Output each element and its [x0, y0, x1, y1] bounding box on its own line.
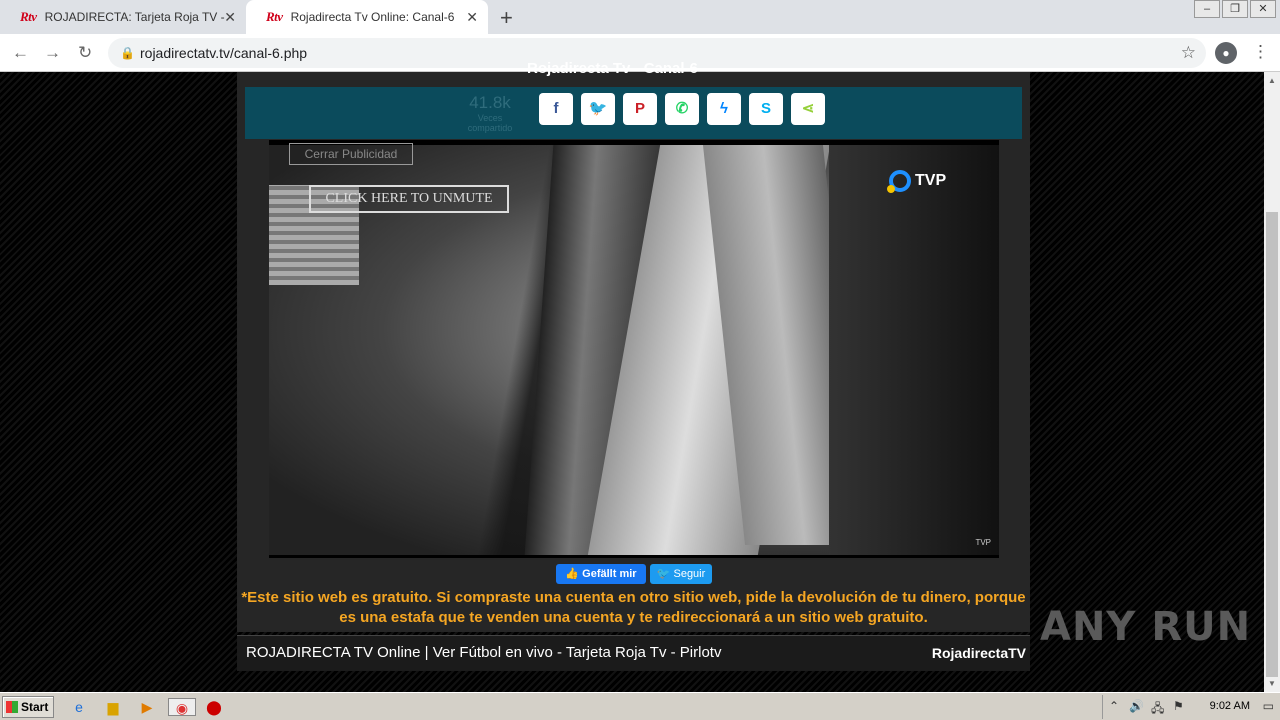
like-label: Gefällt mir [582, 568, 637, 580]
facebook-like-button[interactable]: 👍 Gefällt mir [556, 564, 646, 584]
page-background: Rojadirecta Tv - Canal-6 41.8k Veces com… [0, 60, 1264, 692]
share-icon: ⋖ [801, 100, 815, 117]
internet-explorer-icon[interactable]: e [70, 698, 88, 716]
volume-icon[interactable]: 🔊 [1129, 699, 1144, 713]
tab-title: ROJADIRECTA: Tarjeta Roja TV - Pir [44, 10, 225, 24]
messenger-share-button[interactable]: ϟ [707, 93, 741, 125]
skype-icon: S [760, 100, 771, 117]
twitter-share-button[interactable]: 🐦 [581, 93, 615, 125]
restore-icon[interactable]: ❐ [1222, 0, 1248, 18]
close-tab-icon[interactable]: ✕ [466, 9, 478, 26]
forward-icon[interactable]: → [44, 43, 61, 63]
close-window-icon[interactable]: ✕ [1250, 0, 1276, 18]
footer-brand[interactable]: RojadirectaTV [932, 636, 1026, 670]
clock[interactable]: 9:02 AM [1210, 700, 1250, 712]
windows-taskbar: Start e ▆ ▶ ◉ ⬤ ⌃ 🔊 🖧 ⚑ 9:02 AM ▭ [0, 692, 1280, 720]
opera-icon[interactable]: ⬤ [205, 698, 223, 716]
scroll-down-icon[interactable]: ▼ [1268, 679, 1276, 688]
main-content: Rojadirecta Tv - Canal-6 41.8k Veces com… [237, 60, 1030, 632]
bookmark-star-icon[interactable]: ☆ [1181, 38, 1196, 68]
whatsapp-share-button[interactable]: ✆ [665, 93, 699, 125]
scrollbar-thumb[interactable] [1266, 212, 1278, 677]
close-tab-icon[interactable]: ✕ [224, 9, 236, 26]
pinterest-icon: P [634, 100, 645, 117]
window-controls: – ❐ ✕ [1192, 0, 1276, 18]
scroll-up-icon[interactable]: ▲ [1268, 76, 1276, 85]
pinterest-share-button[interactable]: P [623, 93, 657, 125]
page-footer: ROJADIRECTA TV Online | Ver Fútbol en vi… [237, 635, 1030, 671]
system-tray: ⌃ 🔊 🖧 ⚑ 9:02 AM ▭ [1102, 695, 1280, 719]
lock-icon: 🔒 [120, 46, 135, 60]
whatsapp-icon: ✆ [675, 100, 689, 117]
anyrun-watermark: ANY RUN [1040, 604, 1252, 650]
start-button[interactable]: Start [2, 696, 54, 718]
twitter-follow-button[interactable]: 🐦 Seguir [650, 564, 712, 584]
rtv-favicon-icon: Rtv [266, 9, 283, 24]
tvp-logo: TVP [887, 170, 947, 193]
reload-icon[interactable]: ↻ [78, 43, 92, 63]
share-count-number: 41.8k [469, 93, 511, 112]
share-more-button[interactable]: ⋖ [791, 93, 825, 125]
tray-expand-icon[interactable]: ⌃ [1109, 699, 1119, 713]
video-player[interactable]: CLICK HERE TO UNMUTE TVP TVP Cerrar Publ… [269, 140, 999, 558]
chrome-icon[interactable]: ◉ [168, 698, 196, 716]
tab-strip: Rtv ROJADIRECTA: Tarjeta Roja TV - Pir ✕… [0, 0, 1280, 34]
tab-canal-6[interactable]: Rtv Rojadirecta Tv Online: Canal-6 ✕ [246, 0, 488, 34]
network-icon[interactable]: 🖧 [1151, 699, 1164, 720]
start-label: Start [21, 700, 49, 714]
twitter-bird-icon: 🐦 [656, 568, 674, 580]
close-ad-button[interactable]: Cerrar Publicidad [289, 143, 413, 165]
video-shadow-shape [829, 145, 999, 555]
kebab-menu-icon[interactable]: ⋮ [1252, 42, 1269, 62]
share-count: 41.8k Veces compartido [455, 93, 525, 133]
account-icon[interactable]: ● [1215, 42, 1237, 64]
vertical-scrollbar[interactable]: ▲ ▼ [1264, 72, 1280, 692]
rtv-favicon-icon: Rtv [20, 9, 37, 24]
share-bar: 41.8k Veces compartido f 🐦 P ✆ ϟ S ⋖ [245, 87, 1022, 139]
tvp-ring-icon [887, 170, 911, 193]
video-frame[interactable]: CLICK HERE TO UNMUTE TVP TVP [269, 145, 999, 555]
tvp-logo-text: TVP [915, 172, 947, 189]
back-icon[interactable]: ← [12, 43, 29, 63]
facebook-icon: f [553, 100, 559, 117]
social-buttons: 👍 Gefällt mir 🐦 Seguir [556, 564, 712, 584]
share-count-label: Veces compartido [467, 113, 513, 133]
url-text: rojadirectatv.tv/canal-6.php [140, 45, 308, 61]
skype-share-button[interactable]: S [749, 93, 783, 125]
folder-icon[interactable]: ▆ [104, 698, 122, 716]
footer-text: ROJADIRECTA TV Online | Ver Fútbol en vi… [246, 644, 722, 661]
facebook-share-button[interactable]: f [539, 93, 573, 125]
tab-rojadirecta-home[interactable]: Rtv ROJADIRECTA: Tarjeta Roja TV - Pir ✕ [0, 0, 246, 34]
new-tab-icon[interactable]: + [500, 5, 513, 31]
video-corner-mark: TVP [975, 538, 991, 547]
media-player-icon[interactable]: ▶ [138, 698, 156, 716]
follow-label: Seguir [673, 568, 706, 580]
unmute-button[interactable]: CLICK HERE TO UNMUTE [309, 185, 509, 213]
minimize-icon[interactable]: – [1194, 0, 1220, 18]
flag-icon[interactable]: ⚑ [1173, 699, 1184, 713]
twitter-icon: 🐦 [588, 100, 608, 117]
tab-title: Rojadirecta Tv Online: Canal-6 [290, 10, 455, 24]
thumbs-up-icon: 👍 [565, 568, 583, 580]
free-site-notice: *Este sitio web es gratuito. Si comprast… [241, 589, 1026, 626]
messenger-icon: ϟ [720, 100, 728, 117]
page-title: Rojadirecta Tv - Canal-6 [527, 60, 698, 77]
windows-logo-icon [6, 701, 18, 713]
show-desktop-icon[interactable]: ▭ [1263, 699, 1274, 713]
